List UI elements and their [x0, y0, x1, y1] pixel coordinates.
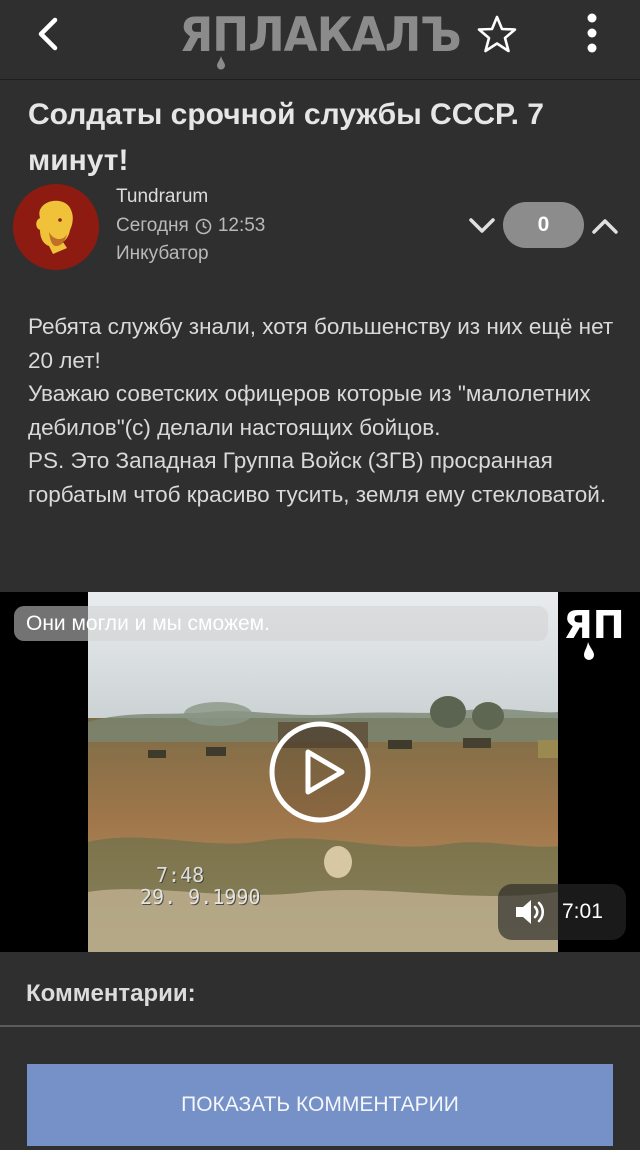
favorite-button[interactable]: [474, 12, 520, 56]
video-stamp-time: 7:48: [156, 863, 205, 887]
yap-watermark-logo: ЯП: [563, 604, 625, 660]
more-menu-button[interactable]: [572, 10, 612, 56]
video-duration-pill[interactable]: 7:01: [498, 884, 626, 940]
logo-drop-icon: [217, 56, 225, 70]
site-logo[interactable]: ЯПЛАКАЛЪ: [179, 12, 462, 70]
show-comments-button[interactable]: ПОКАЗАТЬ КОММЕНТАРИИ: [27, 1064, 613, 1146]
post-score: 0: [503, 202, 584, 248]
chevron-up-icon: [592, 219, 618, 234]
post-time: 12:53: [217, 215, 266, 236]
video-stamp-date: 29. 9.1990: [140, 885, 261, 909]
comments-heading: Комментарии:: [26, 980, 196, 1007]
lenin-portrait-icon: [13, 184, 99, 270]
play-button-icon[interactable]: [268, 720, 372, 824]
top-bar: ЯПЛАКАЛЪ: [0, 0, 640, 80]
vote-down-button[interactable]: [464, 206, 500, 246]
star-outline-icon: [477, 15, 517, 53]
post-body: Ребята службу знали, хотя большенству из…: [28, 310, 618, 511]
logo-text: ЯПЛАКАЛЪ: [179, 7, 461, 64]
video-caption: Они могли и мы сможем.: [14, 606, 548, 641]
post-date: Сегодня: [116, 215, 189, 236]
speaker-icon: [516, 900, 545, 924]
comments-section-header: Комментарии:: [0, 952, 640, 1027]
author-name[interactable]: Tundrarum: [116, 186, 208, 208]
post-body-paragraph: Уважаю советских офицеров которые из "ма…: [28, 381, 591, 440]
back-button[interactable]: [24, 12, 74, 56]
post-datetime: Сегодня 12:53: [116, 215, 265, 237]
post-body-paragraph: PS. Это Западная Группа Войск (ЗГВ) прос…: [28, 448, 607, 507]
chevron-left-icon: [38, 17, 58, 51]
video-duration: 7:01: [562, 900, 603, 923]
vote-up-button[interactable]: [587, 206, 623, 246]
video-player[interactable]: Они могли и мы сможем. ЯП 7:48 29. 9.199…: [0, 592, 640, 952]
post-title: Солдаты срочной службы СССР. 7 минут!: [28, 98, 544, 177]
post-category[interactable]: Инкубатор: [116, 243, 209, 265]
avatar[interactable]: [13, 184, 99, 270]
svg-text:ЯП: ЯП: [563, 604, 624, 647]
chevron-down-icon: [469, 218, 495, 233]
more-vertical-icon: [587, 13, 597, 53]
clock-icon: [195, 218, 212, 234]
video-timestamp: 7:48 29. 9.1990: [140, 864, 260, 908]
post-body-paragraph: Ребята службу знали, хотя большенству из…: [28, 314, 614, 373]
